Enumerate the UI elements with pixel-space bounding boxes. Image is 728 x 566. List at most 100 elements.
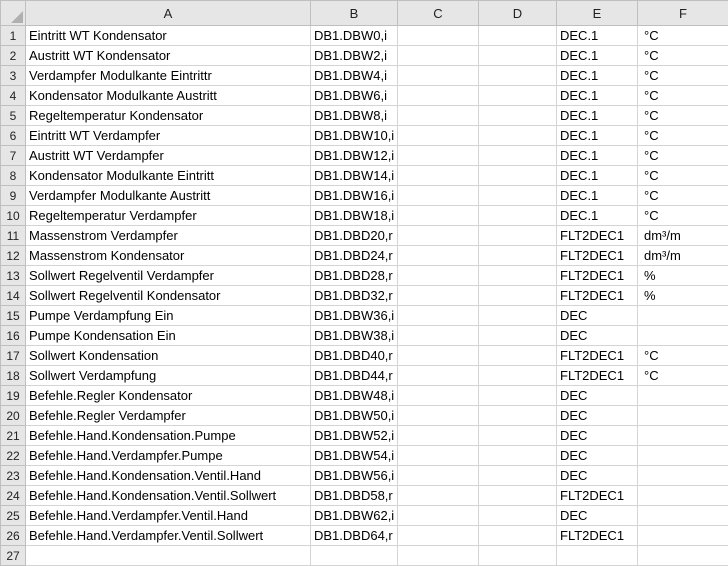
cell-c[interactable] — [398, 46, 479, 66]
cell-b[interactable]: DB1.DBW0,i — [311, 26, 398, 46]
row-header[interactable]: 25 — [1, 506, 26, 526]
cell-c[interactable] — [398, 66, 479, 86]
cell-b[interactable]: DB1.DBW38,i — [311, 326, 398, 346]
cell-c[interactable] — [398, 426, 479, 446]
cell-a[interactable]: Verdampfer Modulkante Austritt — [26, 186, 311, 206]
cell-b[interactable]: DB1.DBW62,i — [311, 506, 398, 526]
cell-d[interactable] — [479, 226, 557, 246]
cell-e[interactable]: FLT2DEC1 — [557, 526, 638, 546]
cell-d[interactable] — [479, 466, 557, 486]
cell-b[interactable]: DB1.DBW56,i — [311, 466, 398, 486]
cell-a[interactable]: Befehle.Hand.Verdampfer.Pumpe — [26, 446, 311, 466]
cell-a[interactable] — [26, 546, 311, 566]
cell-d[interactable] — [479, 106, 557, 126]
row-header[interactable]: 23 — [1, 466, 26, 486]
cell-d[interactable] — [479, 206, 557, 226]
cell-d[interactable] — [479, 386, 557, 406]
column-header-c[interactable]: C — [398, 1, 479, 26]
cell-e[interactable]: DEC.1 — [557, 66, 638, 86]
cell-f[interactable] — [638, 326, 728, 346]
cell-b[interactable]: DB1.DBW36,i — [311, 306, 398, 326]
cell-f[interactable]: dm³/m — [638, 226, 728, 246]
column-header-b[interactable]: B — [311, 1, 398, 26]
cell-f[interactable]: °C — [638, 26, 728, 46]
cell-f[interactable] — [638, 306, 728, 326]
cell-e[interactable]: DEC — [557, 426, 638, 446]
cell-e[interactable]: DEC — [557, 506, 638, 526]
cell-c[interactable] — [398, 166, 479, 186]
cell-a[interactable]: Verdampfer Modulkante Eintrittr — [26, 66, 311, 86]
cell-f[interactable]: °C — [638, 366, 728, 386]
cell-f[interactable]: °C — [638, 186, 728, 206]
cell-e[interactable]: FLT2DEC1 — [557, 246, 638, 266]
cell-f[interactable]: °C — [638, 146, 728, 166]
row-header[interactable]: 2 — [1, 46, 26, 66]
cell-b[interactable]: DB1.DBW48,i — [311, 386, 398, 406]
cell-d[interactable] — [479, 66, 557, 86]
cell-b[interactable]: DB1.DBD40,r — [311, 346, 398, 366]
cell-a[interactable]: Sollwert Regelventil Kondensator — [26, 286, 311, 306]
cell-f[interactable] — [638, 466, 728, 486]
row-header[interactable]: 20 — [1, 406, 26, 426]
cell-f[interactable] — [638, 446, 728, 466]
row-header[interactable]: 15 — [1, 306, 26, 326]
cell-b[interactable]: DB1.DBD24,r — [311, 246, 398, 266]
cell-f[interactable]: dm³/m — [638, 246, 728, 266]
cell-d[interactable] — [479, 326, 557, 346]
cell-a[interactable]: Sollwert Verdampfung — [26, 366, 311, 386]
cell-d[interactable] — [479, 446, 557, 466]
cell-c[interactable] — [398, 246, 479, 266]
cell-a[interactable]: Massenstrom Kondensator — [26, 246, 311, 266]
cell-a[interactable]: Pumpe Kondensation Ein — [26, 326, 311, 346]
cell-d[interactable] — [479, 426, 557, 446]
cell-c[interactable] — [398, 286, 479, 306]
cell-b[interactable]: DB1.DBW12,i — [311, 146, 398, 166]
cell-c[interactable] — [398, 506, 479, 526]
cell-b[interactable]: DB1.DBD64,r — [311, 526, 398, 546]
cell-e[interactable]: DEC — [557, 406, 638, 426]
cell-e[interactable]: DEC.1 — [557, 206, 638, 226]
cell-d[interactable] — [479, 406, 557, 426]
row-header[interactable]: 13 — [1, 266, 26, 286]
cell-b[interactable]: DB1.DBD28,r — [311, 266, 398, 286]
cell-f[interactable]: % — [638, 286, 728, 306]
cell-f[interactable] — [638, 386, 728, 406]
cell-a[interactable]: Kondensator Modulkante Austritt — [26, 86, 311, 106]
cell-b[interactable]: DB1.DBW4,i — [311, 66, 398, 86]
cell-c[interactable] — [398, 546, 479, 566]
cell-d[interactable] — [479, 526, 557, 546]
cell-d[interactable] — [479, 86, 557, 106]
cell-c[interactable] — [398, 486, 479, 506]
cell-e[interactable]: DEC — [557, 446, 638, 466]
cell-a[interactable]: Pumpe Verdampfung Ein — [26, 306, 311, 326]
cell-d[interactable] — [479, 26, 557, 46]
cell-d[interactable] — [479, 146, 557, 166]
cell-f[interactable]: °C — [638, 46, 728, 66]
cell-d[interactable] — [479, 246, 557, 266]
cell-e[interactable]: DEC — [557, 326, 638, 346]
cell-d[interactable] — [479, 506, 557, 526]
row-header[interactable]: 12 — [1, 246, 26, 266]
cell-e[interactable]: DEC.1 — [557, 86, 638, 106]
cell-e[interactable]: DEC.1 — [557, 106, 638, 126]
cell-f[interactable]: % — [638, 266, 728, 286]
cell-a[interactable]: Sollwert Regelventil Verdampfer — [26, 266, 311, 286]
cell-c[interactable] — [398, 26, 479, 46]
cell-c[interactable] — [398, 306, 479, 326]
cell-e[interactable]: DEC — [557, 306, 638, 326]
cell-a[interactable]: Sollwert Kondensation — [26, 346, 311, 366]
cell-b[interactable]: DB1.DBW16,i — [311, 186, 398, 206]
cell-c[interactable] — [398, 406, 479, 426]
cell-e[interactable]: DEC — [557, 466, 638, 486]
cell-a[interactable]: Befehle.Hand.Kondensation.Ventil.Hand — [26, 466, 311, 486]
cell-a[interactable]: Regeltemperatur Verdampfer — [26, 206, 311, 226]
cell-e[interactable]: DEC.1 — [557, 146, 638, 166]
cell-c[interactable] — [398, 366, 479, 386]
cell-b[interactable] — [311, 546, 398, 566]
select-all-corner[interactable] — [1, 1, 26, 26]
cell-b[interactable]: DB1.DBD20,r — [311, 226, 398, 246]
row-header[interactable]: 14 — [1, 286, 26, 306]
column-header-e[interactable]: E — [557, 1, 638, 26]
cell-c[interactable] — [398, 386, 479, 406]
row-header[interactable]: 17 — [1, 346, 26, 366]
